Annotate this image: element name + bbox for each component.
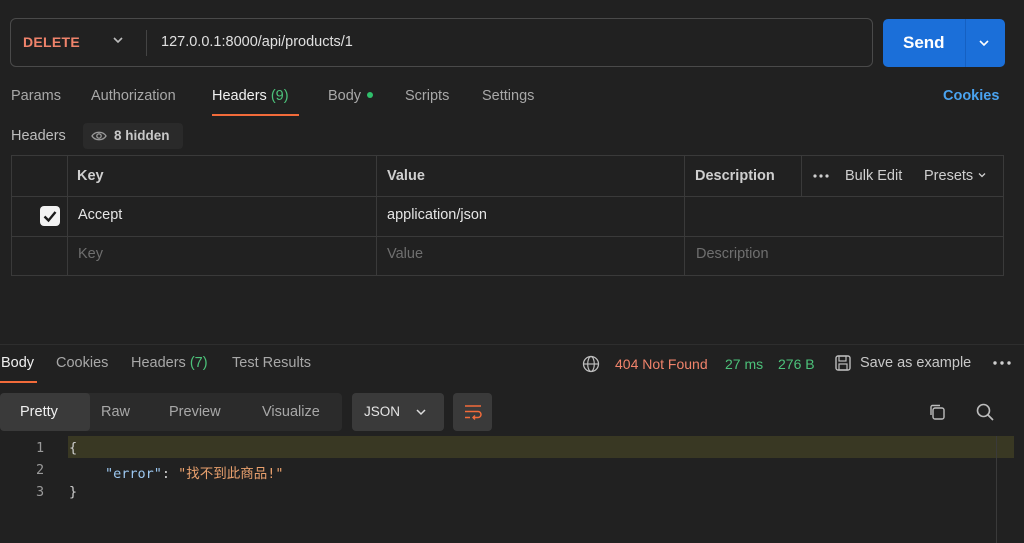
- globe-icon[interactable]: [582, 355, 600, 373]
- word-wrap-button[interactable]: [453, 393, 492, 431]
- new-description-input[interactable]: Description: [696, 246, 769, 262]
- chevron-down-icon: [978, 173, 986, 178]
- checkmark-icon: [43, 211, 57, 223]
- raw-button[interactable]: Raw: [101, 404, 130, 420]
- json-colon: :: [161, 466, 179, 482]
- view-mode-segmented-control: Pretty Raw Preview Visualize: [0, 393, 342, 431]
- line-number: 1: [36, 440, 45, 456]
- format-select[interactable]: JSON: [352, 393, 444, 431]
- json-value: "找不到此商品!": [178, 466, 284, 482]
- column-header-key: Key: [77, 168, 104, 184]
- headers-table: Key Value Description Bulk Edit Presets …: [11, 155, 1004, 276]
- response-size[interactable]: 276 B: [778, 356, 815, 372]
- more-options-icon[interactable]: [993, 361, 1011, 365]
- chevron-down-icon: [416, 409, 426, 416]
- eye-icon: [91, 131, 107, 141]
- tab-scripts[interactable]: Scripts: [405, 88, 449, 104]
- scrollbar[interactable]: [996, 436, 997, 543]
- headers-section-title: Headers: [11, 128, 66, 144]
- preview-button[interactable]: Preview: [169, 404, 221, 420]
- code-close-brace: }: [69, 484, 78, 500]
- divider: [965, 19, 966, 67]
- tab-authorization[interactable]: Authorization: [91, 88, 176, 104]
- active-tab-indicator: [212, 114, 299, 116]
- presets-button[interactable]: Presets: [924, 168, 987, 184]
- response-tab-test-results[interactable]: Test Results: [232, 355, 311, 371]
- divider: [12, 196, 1003, 197]
- tab-settings[interactable]: Settings: [482, 88, 534, 104]
- new-value-input[interactable]: Value: [387, 246, 423, 262]
- pane-divider[interactable]: [0, 344, 1024, 345]
- divider: [376, 156, 377, 275]
- response-headers-count: (7): [189, 355, 208, 371]
- send-label: Send: [903, 33, 945, 52]
- url-input[interactable]: 127.0.0.1:8000/api/products/1: [161, 34, 353, 50]
- save-icon[interactable]: [834, 354, 852, 372]
- divider: [146, 30, 147, 56]
- line-number: 3: [36, 484, 45, 500]
- divider: [801, 156, 802, 196]
- divider: [684, 156, 685, 275]
- format-label: JSON: [364, 404, 401, 419]
- status-code[interactable]: 404 Not Found: [615, 356, 708, 372]
- save-as-example-button[interactable]: Save as example: [860, 355, 971, 371]
- column-header-description: Description: [695, 168, 775, 184]
- bulk-edit-button[interactable]: Bulk Edit: [845, 168, 902, 184]
- divider: [12, 236, 1003, 237]
- header-enabled-checkbox[interactable]: [40, 206, 60, 226]
- tab-body-label: Body: [328, 88, 362, 104]
- tab-body[interactable]: Body: [328, 88, 374, 104]
- more-options-icon[interactable]: [813, 174, 829, 178]
- hidden-headers-toggle[interactable]: 8 hidden: [83, 123, 183, 149]
- tab-params[interactable]: Params: [11, 88, 61, 104]
- response-tab-headers-label: Headers: [131, 355, 186, 371]
- response-tab-body[interactable]: Body: [1, 355, 34, 371]
- wrap-lines-icon: [465, 405, 482, 420]
- cookies-link[interactable]: Cookies: [943, 88, 999, 104]
- search-icon[interactable]: [975, 402, 995, 422]
- send-button[interactable]: Send: [883, 19, 1005, 67]
- chevron-down-icon[interactable]: [111, 33, 125, 47]
- divider: [67, 156, 68, 275]
- json-key: "error": [105, 466, 162, 482]
- visualize-button[interactable]: Visualize: [262, 404, 320, 420]
- active-tab-indicator: [0, 381, 37, 383]
- current-line-highlight: [68, 436, 1014, 458]
- request-bar: DELETE 127.0.0.1:8000/api/products/1: [10, 18, 873, 67]
- line-number: 2: [36, 462, 45, 478]
- hidden-count: 8 hidden: [114, 128, 170, 143]
- header-value-cell[interactable]: application/json: [387, 207, 487, 223]
- response-tab-headers[interactable]: Headers (7): [131, 355, 208, 371]
- presets-label: Presets: [924, 168, 974, 184]
- code-line-error: "error": "找不到此商品!": [105, 462, 284, 482]
- response-tab-cookies[interactable]: Cookies: [56, 355, 108, 371]
- response-time[interactable]: 27 ms: [725, 356, 763, 372]
- method-select[interactable]: DELETE: [23, 34, 80, 50]
- code-open-brace: {: [69, 440, 78, 456]
- headers-count: (9): [270, 88, 289, 104]
- new-key-input[interactable]: Key: [78, 246, 103, 262]
- tab-headers-label: Headers: [212, 88, 267, 104]
- copy-icon[interactable]: [928, 403, 946, 421]
- tab-headers[interactable]: Headers (9): [212, 88, 289, 104]
- body-status-dot: [367, 92, 374, 99]
- chevron-down-icon[interactable]: [977, 36, 991, 50]
- column-header-value: Value: [387, 168, 425, 184]
- header-key-cell[interactable]: Accept: [78, 207, 122, 223]
- pretty-button[interactable]: Pretty: [20, 404, 58, 420]
